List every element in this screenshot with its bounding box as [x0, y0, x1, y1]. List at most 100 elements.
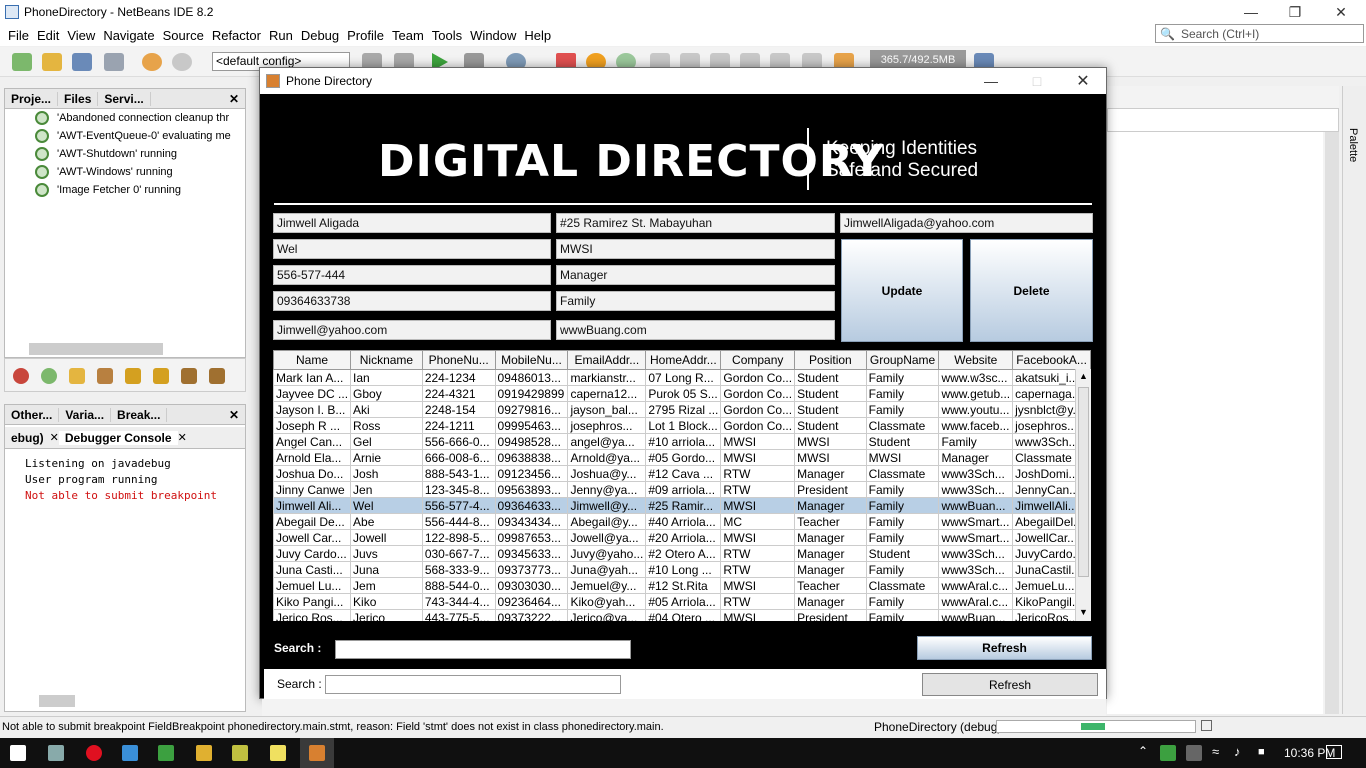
table-cell[interactable]: #10 Long ...	[645, 561, 722, 578]
table-cell[interactable]: #25 Ramir...	[645, 497, 722, 514]
table-cell[interactable]: 09123456...	[494, 465, 569, 482]
website-field[interactable]: wwwBuang.com	[556, 320, 835, 340]
horizontal-scrollbar[interactable]	[39, 695, 75, 707]
table-cell[interactable]: Teacher	[794, 513, 867, 530]
table-cell[interactable]: Ian	[350, 369, 423, 386]
close-icon[interactable]: ✕	[178, 431, 187, 444]
table-cell[interactable]: Juvy Cardo...	[273, 545, 352, 562]
table-cell[interactable]: Manager	[938, 449, 1014, 466]
table-cell[interactable]: Aki	[350, 401, 423, 418]
vertical-scrollbar[interactable]	[1325, 132, 1339, 714]
table-cell[interactable]: Jemuel Lu...	[273, 577, 352, 594]
table-cell[interactable]: Jowell	[350, 529, 423, 546]
table-cell[interactable]: #20 Arriola...	[645, 529, 722, 546]
table-cell[interactable]: Manager	[794, 465, 867, 482]
delete-button[interactable]: Delete	[970, 239, 1093, 342]
table-cell[interactable]: Arnold@ya...	[567, 449, 647, 466]
save-all-icon[interactable]	[104, 53, 124, 71]
table-cell[interactable]: www.getub...	[938, 385, 1014, 402]
table-cell[interactable]: Gordon Co...	[720, 369, 796, 386]
table-cell[interactable]: Purok 05 S...	[645, 385, 722, 402]
table-cell[interactable]: Student	[794, 385, 867, 402]
table-cell[interactable]: 09345633...	[494, 545, 569, 562]
close-icon[interactable]: ✕	[1318, 0, 1364, 24]
table-cell[interactable]: wwwSmart...	[938, 529, 1014, 546]
table-cell[interactable]: MWSI	[720, 577, 796, 594]
language-icon[interactable]: ■	[1258, 746, 1265, 758]
table-cell[interactable]: 556-444-8...	[421, 513, 496, 530]
table-cell[interactable]: wwwSmart...	[938, 513, 1014, 530]
table-cell[interactable]: Jenny@ya...	[567, 481, 647, 498]
scroll-up-icon[interactable]: ▲	[1079, 371, 1088, 381]
redo-icon[interactable]	[172, 53, 192, 71]
table-cell[interactable]: Family	[865, 529, 940, 546]
open-project-icon[interactable]	[72, 53, 92, 71]
horizontal-scrollbar[interactable]	[29, 343, 163, 355]
table-cell[interactable]: 09987653...	[494, 529, 569, 546]
table-cell[interactable]: 09373222...	[494, 609, 569, 621]
table-cell[interactable]: 743-344-4...	[421, 593, 496, 610]
table-cell[interactable]: RTW	[720, 593, 796, 610]
email-field[interactable]: Jimwell@yahoo.com	[273, 320, 551, 340]
table-cell[interactable]: 09236464...	[494, 593, 569, 610]
table-cell[interactable]: Teacher	[794, 577, 867, 594]
tab-files[interactable]: Files	[58, 91, 99, 106]
table-cell[interactable]: Lot 1 Block...	[645, 417, 722, 434]
table-cell[interactable]: Gordon Co...	[720, 385, 796, 402]
column-header[interactable]: EmailAddr...	[567, 350, 647, 370]
table-row[interactable]: Angel Can... Gel 556-666-0... 09498528... an…	[273, 433, 1091, 450]
column-header[interactable]: FacebookA...	[1012, 350, 1091, 370]
search-input[interactable]	[335, 640, 631, 659]
table-cell[interactable]: Jinny Canwe	[273, 481, 352, 498]
taskbar-active-app[interactable]	[300, 738, 334, 768]
table-cell[interactable]: RTW	[720, 481, 796, 498]
table-cell[interactable]: #09 arriola...	[645, 481, 722, 498]
tray-app-icon[interactable]	[1160, 745, 1176, 761]
table-cell[interactable]: 888-544-0...	[421, 577, 496, 594]
table-cell[interactable]: RTW	[720, 465, 796, 482]
tab-other[interactable]: Other...	[5, 407, 60, 422]
table-cell[interactable]: MWSI	[865, 449, 940, 466]
menu-edit[interactable]: Edit	[33, 28, 63, 43]
tab-services[interactable]: Servi...	[98, 91, 151, 106]
table-cell[interactable]: 666-008-6...	[421, 449, 496, 466]
thread-row[interactable]: 'AWT-Windows' running	[35, 163, 173, 181]
table-cell[interactable]: Angel Can...	[273, 433, 352, 450]
table-cell[interactable]: Classmate	[865, 577, 940, 594]
table-cell[interactable]: 09563893...	[494, 481, 569, 498]
table-cell[interactable]: Wel	[350, 497, 423, 514]
filter-icon[interactable]	[97, 368, 113, 384]
minimize-icon[interactable]: —	[1228, 0, 1274, 24]
table-row[interactable]: Jinny Canwe Jen 123-345-8... 09563893... Jen…	[273, 481, 1091, 498]
tab-projects[interactable]: Proje...	[5, 91, 59, 106]
table-cell[interactable]: Jimwell@y...	[567, 497, 647, 514]
table-cell[interactable]: Manager	[794, 561, 867, 578]
menu-run[interactable]: Run	[265, 28, 297, 43]
table-row[interactable]: Jowell Car... Jowell 122-898-5... 09987653.…	[273, 529, 1091, 546]
table-cell[interactable]: Gordon Co...	[720, 417, 796, 434]
table-cell[interactable]: MWSI	[720, 433, 796, 450]
sort-down-icon[interactable]	[209, 368, 225, 384]
table-cell[interactable]: President	[794, 481, 867, 498]
tab-breakpoints[interactable]: Break...	[111, 407, 168, 422]
table-cell[interactable]: #12 St.Rita	[645, 577, 722, 594]
new-file-icon[interactable]	[12, 53, 32, 71]
table-cell[interactable]: Jerico	[350, 609, 423, 621]
table-cell[interactable]: www3Sch...	[938, 465, 1014, 482]
table-cell[interactable]: Kiko Pangi...	[273, 593, 352, 610]
excel-icon[interactable]	[158, 745, 174, 761]
column-header[interactable]: Company	[720, 350, 796, 370]
table-cell[interactable]: Manager	[794, 529, 867, 546]
table-cell[interactable]: Joseph R ...	[273, 417, 352, 434]
table-cell[interactable]: Jem	[350, 577, 423, 594]
chevron-up-icon[interactable]: ⌃	[1138, 744, 1148, 758]
company-field[interactable]: MWSI	[556, 239, 835, 259]
table-cell[interactable]: Abegail@y...	[567, 513, 647, 530]
table-cell[interactable]: Family	[865, 497, 940, 514]
table-cell[interactable]: Joshua@y...	[567, 465, 647, 482]
position-field[interactable]: Manager	[556, 265, 835, 285]
facebook-field[interactable]: JimwellAligada@yahoo.com	[840, 213, 1093, 233]
table-cell[interactable]: Arnold Ela...	[273, 449, 352, 466]
ide-search-input[interactable]: 🔍 Search (Ctrl+I)	[1155, 24, 1364, 43]
column-header[interactable]: PhoneNu...	[421, 350, 496, 370]
